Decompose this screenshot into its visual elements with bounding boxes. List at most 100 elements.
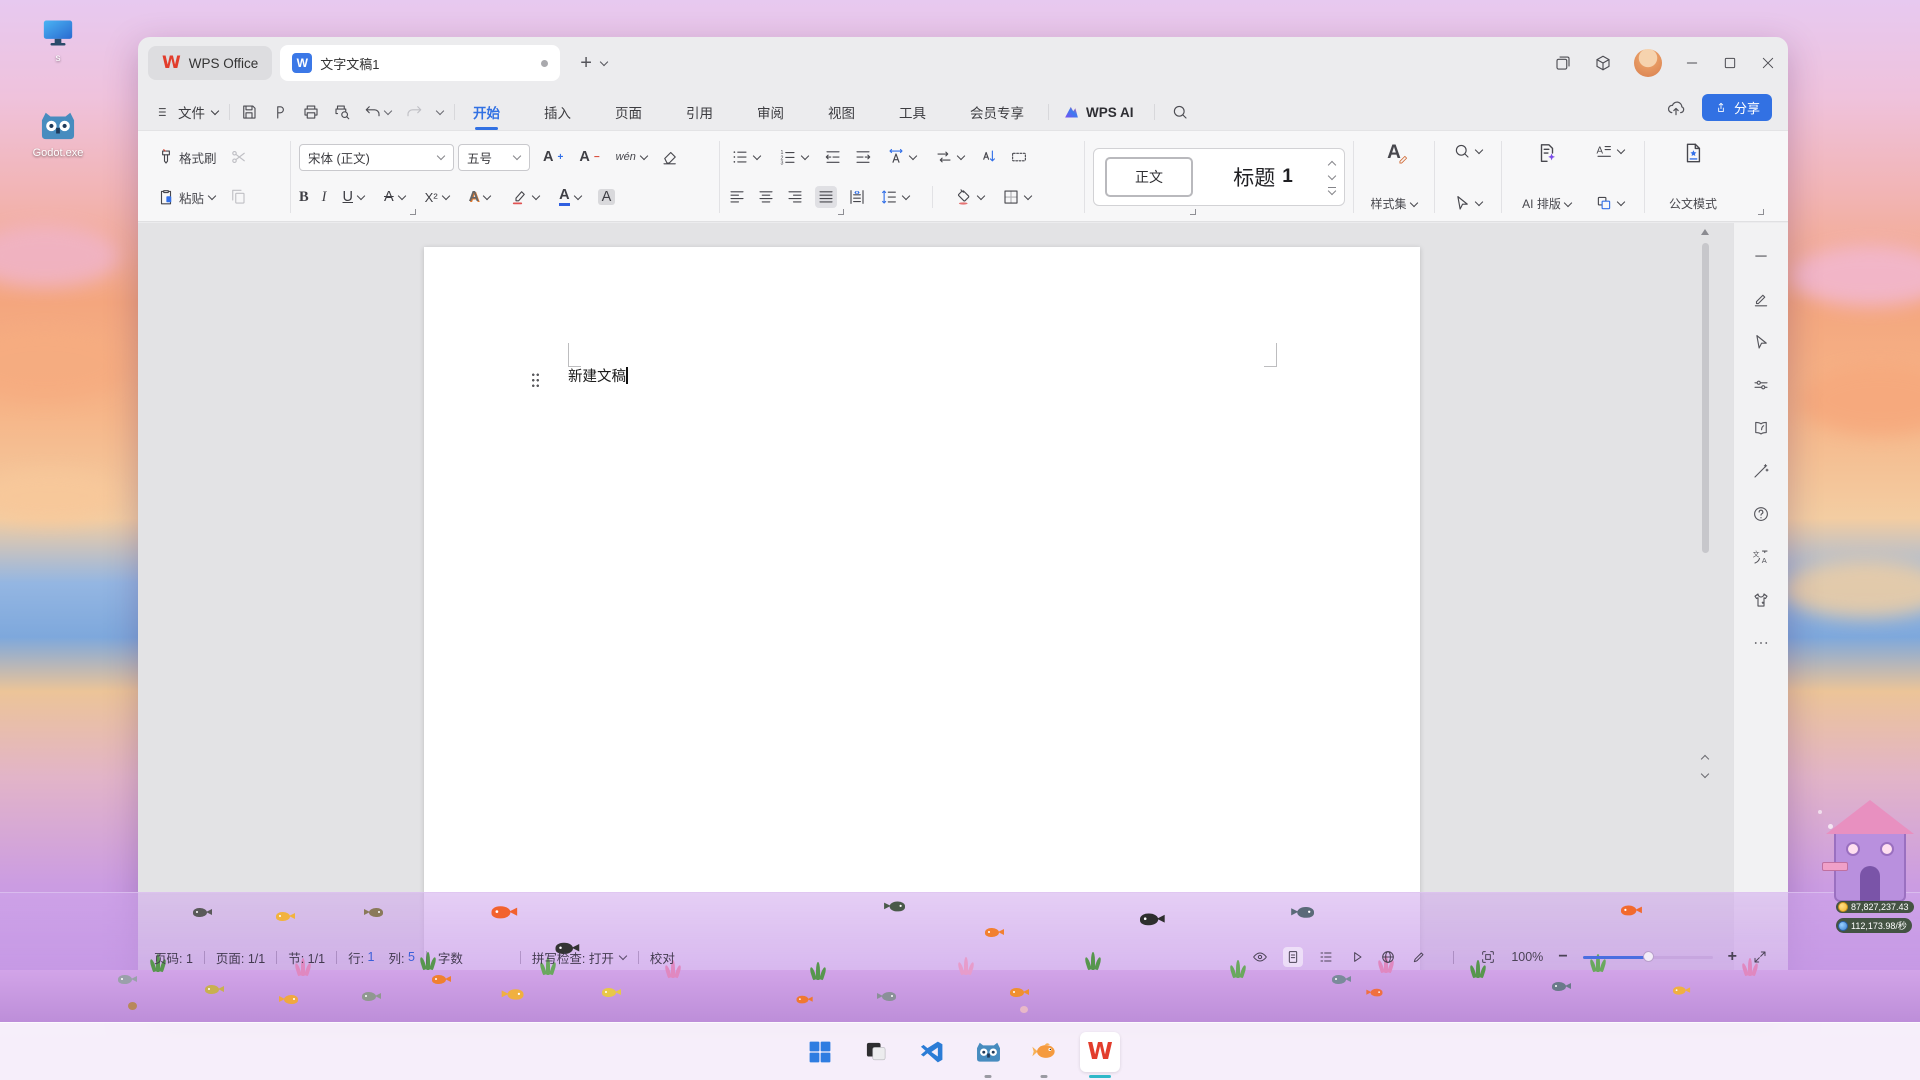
fish[interactable]: [278, 995, 298, 1005]
fish[interactable]: [1621, 906, 1643, 917]
print-preview-icon[interactable]: [333, 103, 351, 121]
print-icon[interactable]: [302, 103, 320, 121]
align-justify-button[interactable]: [815, 186, 837, 208]
font-size-select[interactable]: 五号: [458, 144, 530, 171]
maximize-button[interactable]: [1722, 55, 1738, 71]
numbered-list-button[interactable]: 123: [776, 146, 812, 168]
search-icon[interactable]: [1171, 103, 1189, 121]
scrollbar-thumb[interactable]: [1702, 243, 1709, 553]
fish[interactable]: [363, 908, 383, 918]
decrease-indent-icon[interactable]: [824, 148, 842, 166]
distribute-icon[interactable]: [848, 188, 866, 206]
theme-skin-icon[interactable]: [1752, 591, 1770, 609]
save-icon[interactable]: [240, 103, 258, 121]
align-left-icon[interactable]: [728, 188, 746, 206]
format-painter-button[interactable]: 格式刷: [154, 146, 220, 169]
show-marks-icon[interactable]: [1010, 148, 1028, 166]
fish[interactable]: [1332, 975, 1352, 985]
fish[interactable]: [276, 912, 296, 922]
fish[interactable]: [193, 908, 213, 918]
zoom-slider-knob[interactable]: [1643, 951, 1654, 962]
fish[interactable]: [432, 975, 452, 985]
zoom-in-button[interactable]: +: [1728, 948, 1737, 966]
new-tab-button[interactable]: +: [580, 52, 592, 75]
tab-page[interactable]: 页面: [615, 102, 642, 122]
web-view-icon[interactable]: [1380, 949, 1396, 965]
char-shading-button[interactable]: A: [598, 189, 616, 205]
dictionary-icon[interactable]: [1752, 419, 1770, 437]
tab-view[interactable]: 视图: [828, 102, 855, 122]
fish[interactable]: [1673, 987, 1691, 996]
fish[interactable]: [1290, 907, 1314, 919]
font-name-select[interactable]: 宋体 (正文): [299, 144, 454, 171]
clear-format-icon[interactable]: [661, 148, 679, 166]
tab-member[interactable]: 会员专享: [970, 102, 1024, 122]
more-dots-icon[interactable]: [1752, 634, 1770, 652]
drag-handle-icon[interactable]: [531, 372, 540, 388]
desktop-icon-godot[interactable]: Godot.exe: [22, 108, 94, 159]
outline-view-icon[interactable]: [1318, 949, 1334, 965]
paste-button[interactable]: 粘贴: [154, 186, 219, 209]
fit-page-icon[interactable]: [1480, 949, 1496, 965]
fish[interactable]: [1140, 914, 1166, 927]
dialog-launcher-icon[interactable]: [410, 209, 416, 215]
help-icon[interactable]: [1752, 505, 1770, 523]
text-direction-button[interactable]: [932, 146, 968, 168]
undo-button[interactable]: [364, 103, 392, 121]
style-heading1[interactable]: 标题 1: [1204, 149, 1322, 205]
chevron-down-icon[interactable]: [436, 108, 444, 116]
style-set-button[interactable]: A 样式集: [1362, 139, 1426, 215]
fish[interactable]: [492, 906, 519, 920]
minimize-button[interactable]: [1684, 55, 1700, 71]
fish[interactable]: [118, 975, 138, 985]
share-button[interactable]: 分享: [1702, 94, 1772, 121]
ink-pen-icon[interactable]: [1752, 290, 1770, 308]
align-center-icon[interactable]: [757, 188, 775, 206]
superscript-button[interactable]: X²: [422, 188, 453, 207]
underline-button[interactable]: U: [340, 187, 368, 207]
cloud-upload-icon[interactable]: [1666, 98, 1686, 118]
tab-review[interactable]: 审阅: [757, 102, 784, 122]
document-tab[interactable]: W 文字文稿1: [280, 45, 560, 81]
ink-icon[interactable]: [1411, 949, 1427, 965]
desktop-icon-monitor[interactable]: s: [28, 18, 88, 64]
sort-icon[interactable]: [980, 148, 998, 166]
zoom-percent[interactable]: 100%: [1511, 950, 1543, 964]
tab-tools[interactable]: 工具: [899, 102, 926, 122]
previous-page-button[interactable]: [1701, 753, 1709, 761]
export-pdf-icon[interactable]: [271, 103, 289, 121]
wps-ai-button[interactable]: WPS AI: [1063, 104, 1134, 121]
find-button[interactable]: [1450, 140, 1486, 162]
scroll-up-arrow-icon[interactable]: [1701, 229, 1709, 235]
eye-protect-icon[interactable]: [1252, 949, 1268, 965]
wps-home-button[interactable]: W WPS Office: [148, 46, 272, 80]
char-scale-button[interactable]: [884, 146, 920, 168]
fish-game-button[interactable]: [1024, 1032, 1064, 1072]
magic-wand-icon[interactable]: [1752, 462, 1770, 480]
strikethrough-button[interactable]: A: [381, 187, 409, 207]
pointer-icon[interactable]: [1752, 333, 1770, 351]
styles-up-button[interactable]: [1328, 159, 1336, 167]
fish[interactable]: [985, 928, 1005, 938]
next-page-button[interactable]: [1701, 771, 1709, 779]
cut-icon[interactable]: [230, 148, 248, 166]
select-button[interactable]: [1450, 192, 1486, 214]
dialog-launcher-icon[interactable]: [1190, 209, 1196, 215]
dialog-launcher-icon[interactable]: [838, 209, 844, 215]
selection-pane-button[interactable]: [1592, 192, 1628, 214]
font-color-button[interactable]: A: [556, 186, 584, 208]
zoom-out-button[interactable]: −: [1558, 948, 1567, 966]
collapse-line-icon[interactable]: [1752, 247, 1770, 265]
fish[interactable]: [1010, 988, 1030, 998]
translate-icon[interactable]: 文A: [1752, 548, 1770, 566]
highlight-button[interactable]: [507, 186, 543, 208]
fish[interactable]: [501, 989, 524, 1001]
status-word-count[interactable]: 字数: [438, 948, 463, 967]
document-text-line[interactable]: 新建文稿: [568, 365, 628, 386]
dialog-launcher-icon[interactable]: [1758, 209, 1764, 215]
boards-icon[interactable]: [1554, 54, 1572, 72]
text-typeset-button[interactable]: A: [1592, 140, 1628, 162]
fish[interactable]: [602, 988, 622, 998]
fish[interactable]: [1366, 989, 1383, 998]
copy-icon[interactable]: [229, 188, 247, 206]
